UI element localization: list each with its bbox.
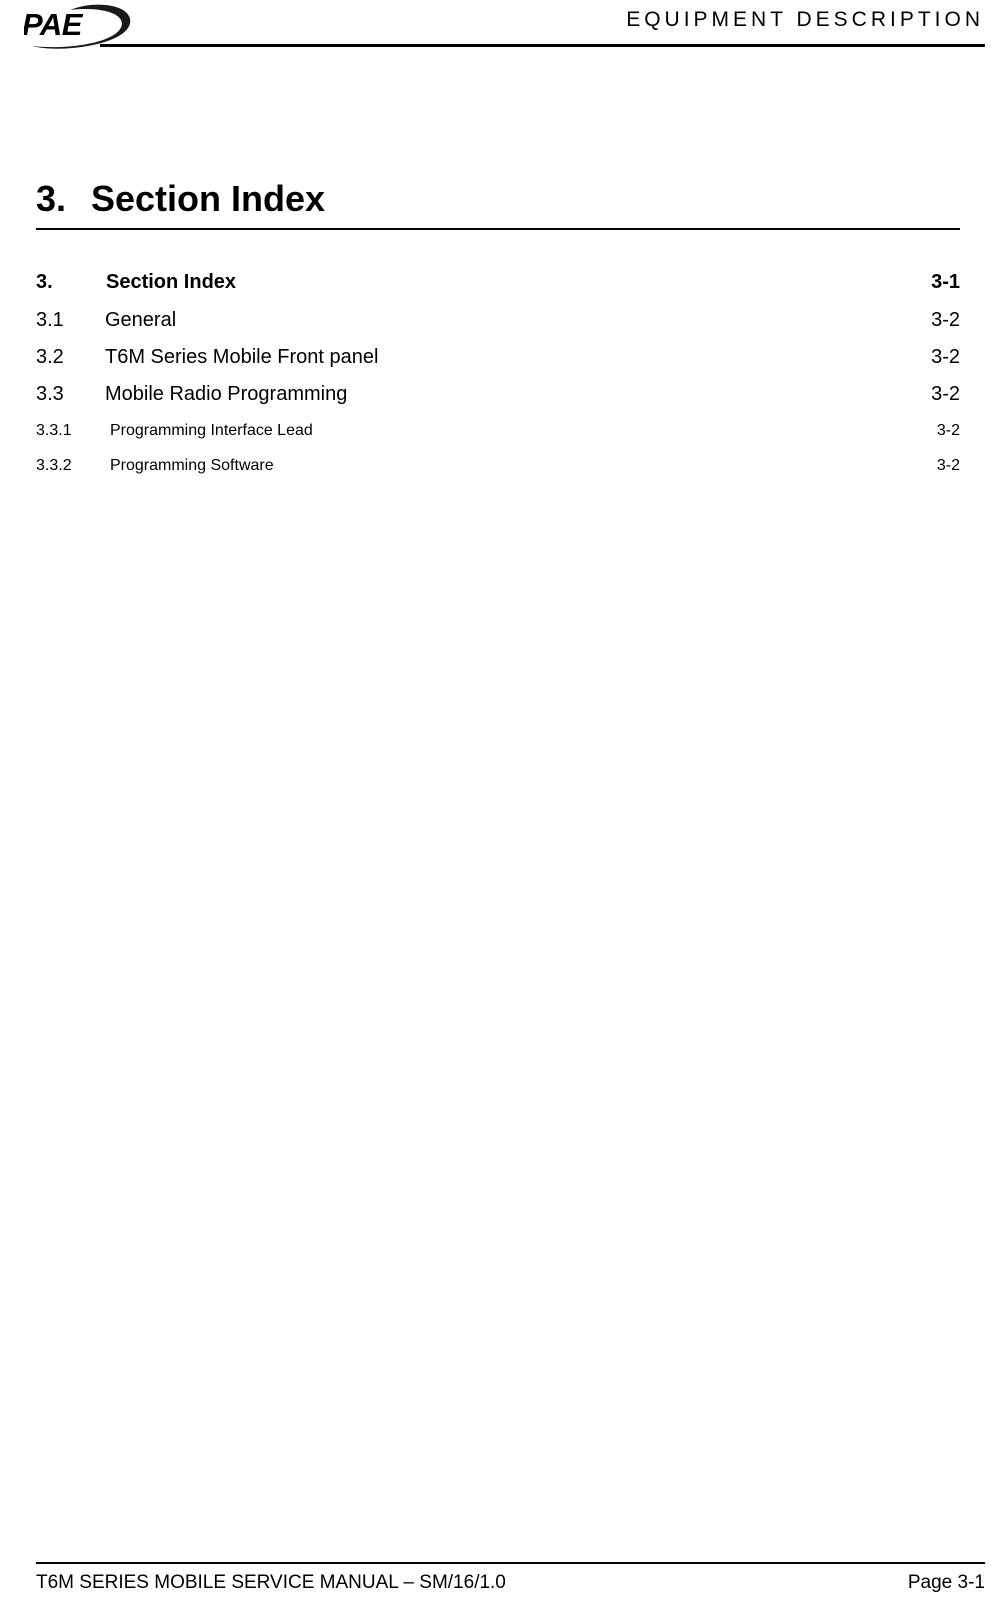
header-title: EQUIPMENT DESCRIPTION [626,8,984,31]
toc-entry[interactable]: 3.2 T6M Series Mobile Front panel 3-2 [36,339,960,376]
toc-entry-page: 3-2 [931,346,960,368]
footer-manual-title: T6M SERIES MOBILE SERVICE MANUAL – SM/16… [36,1572,506,1593]
toc-entry-label: T6M Series Mobile Front panel [105,346,379,368]
footer-divider [36,1562,985,1564]
toc-entry-label: General [105,309,177,331]
toc-entry-label: Mobile Radio Programming [105,383,348,405]
page-title-text: Section Index [91,178,326,219]
toc-entry-number: 3. [36,271,53,293]
toc-entry-page: 3-2 [931,309,960,331]
title-divider [36,228,960,230]
toc-entry-label: Programming Software [110,457,274,474]
svg-text:PAE: PAE [24,7,84,42]
toc-entry-page: 3-2 [936,422,960,439]
page-header: PAE EQUIPMENT DESCRIPTION [0,0,996,70]
header-divider [100,44,985,47]
toc-entry-label: Programming Interface Lead [110,422,313,439]
toc-entry[interactable]: 3. Section Index 3-1 [36,262,960,302]
page-footer: T6M SERIES MOBILE SERVICE MANUAL – SM/16… [36,1572,985,1602]
document-page: PAE EQUIPMENT DESCRIPTION 3. Section Inde… [0,0,996,1618]
toc-entry-number: 3.1 [36,309,64,331]
toc-entry[interactable]: 3.3.2 Programming Software 3-2 [36,448,960,483]
footer-page-number: Page 3-1 [907,1572,985,1593]
toc-entry-page: 3-2 [931,383,960,405]
toc-entry[interactable]: 3.3.1 Programming Interface Lead 3-2 [36,413,960,448]
toc-entry-page: 3-2 [936,457,960,474]
toc-entry[interactable]: 3.1 General 3-2 [36,302,960,339]
page-title-number: 3. [36,178,67,219]
table-of-contents: 3. Section Index 3-1 3.1 General 3-2 3.2… [36,262,960,483]
toc-entry-page: 3-1 [931,271,960,293]
toc-entry[interactable]: 3.3 Mobile Radio Programming 3-2 [36,376,960,413]
page-title: 3. Section Index [36,178,325,220]
toc-entry-label: Section Index [106,271,237,293]
toc-entry-number: 3.3.1 [36,422,72,439]
toc-entry-number: 3.3.2 [36,457,72,474]
toc-entry-number: 3.3 [36,383,64,405]
toc-entry-number: 3.2 [36,346,64,368]
